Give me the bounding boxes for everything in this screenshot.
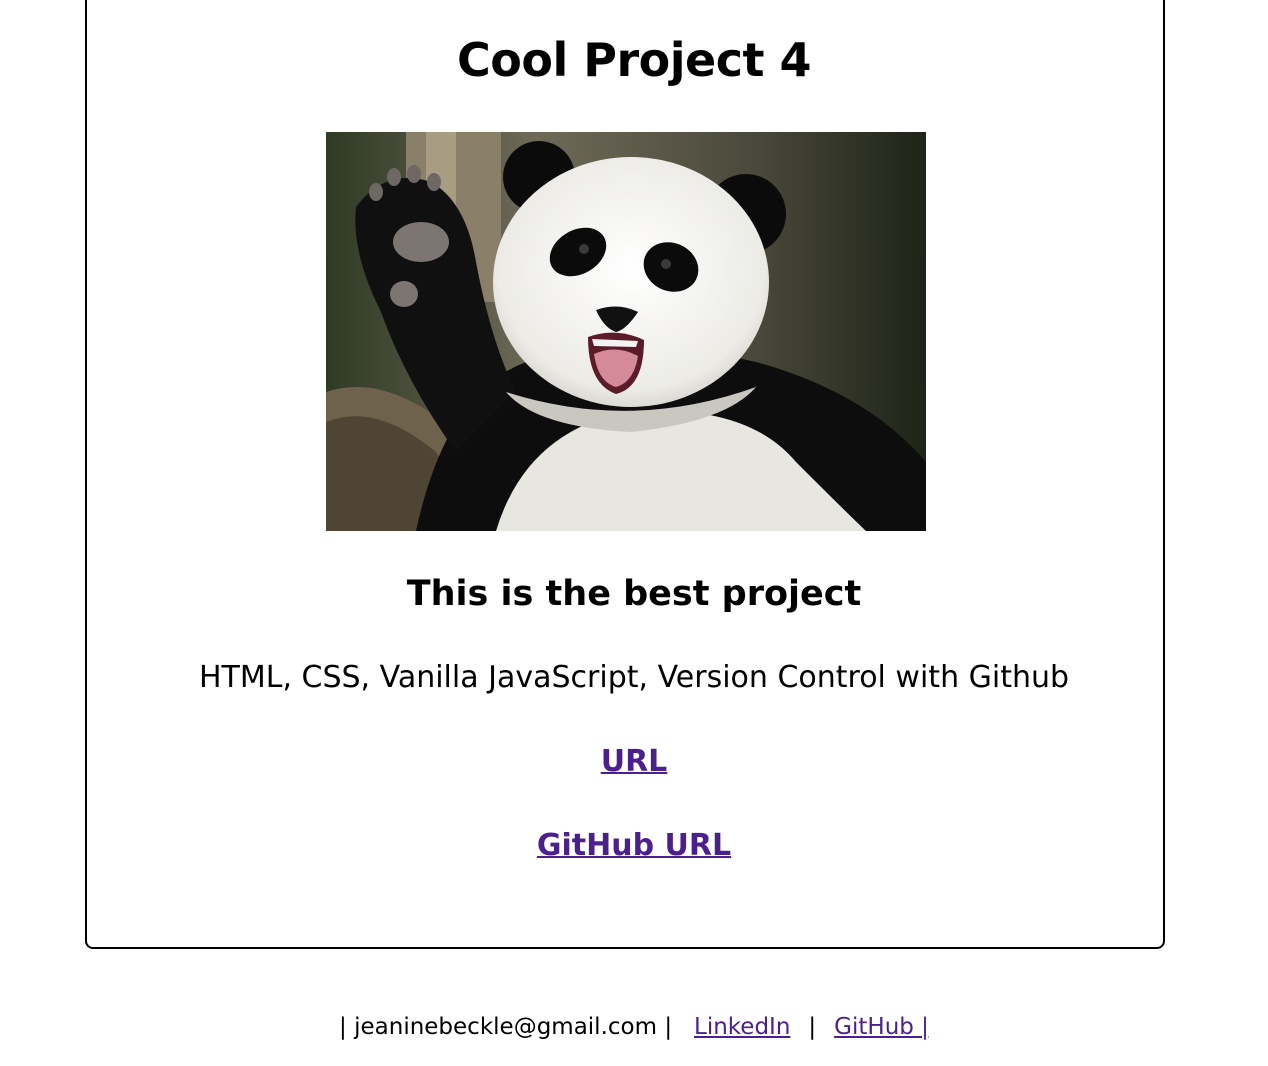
footer-email: | jeaninebeckle@gmail.com | xyxy=(339,1014,673,1040)
project-image-panda xyxy=(326,132,926,531)
footer-linkedin-link[interactable]: LinkedIn xyxy=(694,1014,790,1040)
project-url-row: URL xyxy=(0,741,1268,783)
project-github-row: GitHub URL xyxy=(0,825,1268,867)
footer-github-link[interactable]: GitHub | xyxy=(834,1014,929,1040)
project-url-link[interactable]: URL xyxy=(601,744,668,779)
footer: | jeaninebeckle@gmail.com | LinkedIn | Git… xyxy=(0,1008,1268,1046)
project-title: Cool Project 4 xyxy=(457,33,812,87)
project-technologies: HTML, CSS, Vanilla JavaScript, Version C… xyxy=(198,660,1070,695)
project-github-url-link[interactable]: GitHub URL xyxy=(537,828,731,863)
project-subtitle: This is the best project xyxy=(406,574,862,614)
footer-separator: | xyxy=(808,1014,817,1040)
